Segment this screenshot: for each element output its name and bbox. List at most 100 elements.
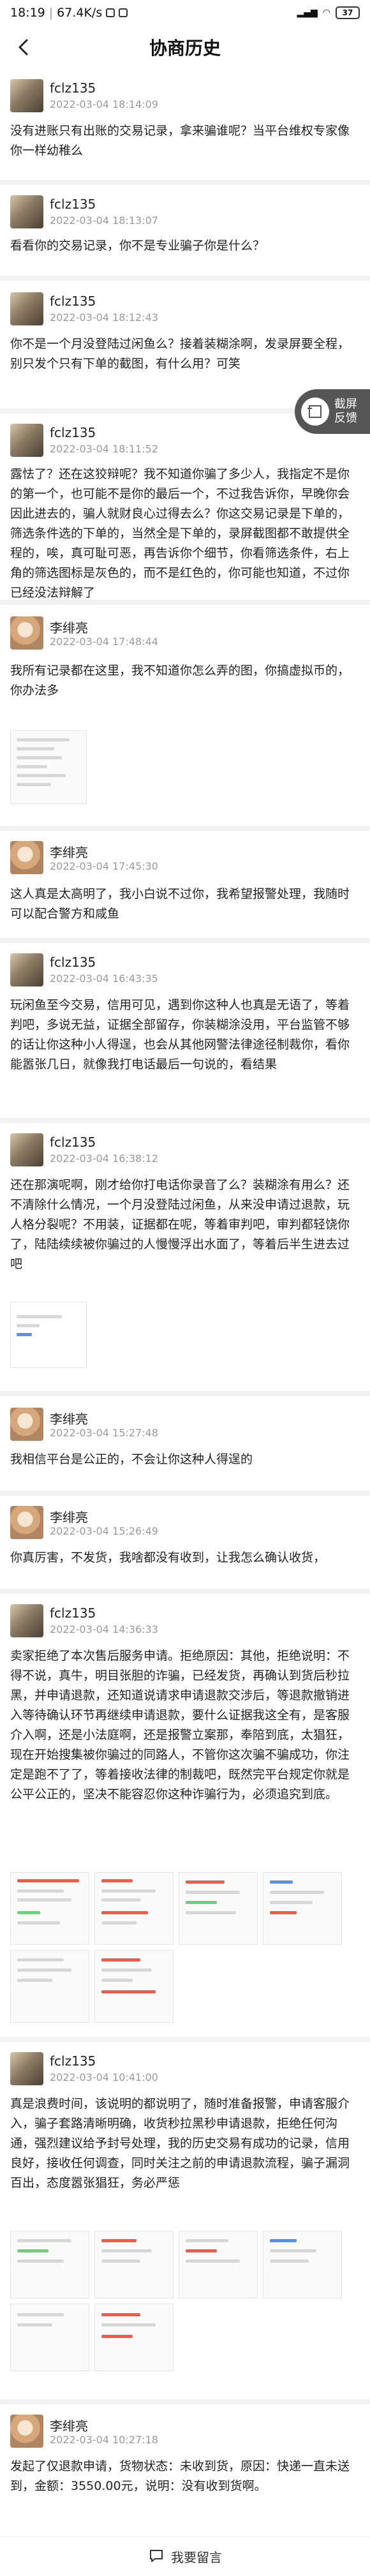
message-text: 露怯了？还在这狡辩呢？我不知道你骗了多少人，我指定不是你的第一个，也可能不是你的… (10, 467, 350, 600)
history-item: 李绯亮 2022-03-04 15:27:48 我相信平台是公正的，不会让你这种… (0, 1408, 370, 1484)
divider (0, 1589, 370, 1594)
message-text: 发起了仅退款申请，货物状态：未收到货，原因：快递一直未送到，金额：3550.00… (10, 2459, 350, 2493)
screenshot-icon (301, 398, 329, 426)
timestamp: 2022-03-04 17:48:44 (50, 636, 158, 648)
message-text: 卖家拒绝了本次售后服务申请。拒绝原因：其他，拒绝说明：不得不说，真牛，明目张胆的… (10, 1649, 350, 1801)
history-item: fclz135 2022-03-04 18:12:43 你不是一个月没登陆过闲鱼… (0, 292, 370, 382)
status-time: 18:19 (10, 6, 45, 20)
divider (0, 938, 370, 943)
avatar (10, 424, 43, 457)
timestamp: 2022-03-04 18:13:07 (50, 214, 158, 227)
message-text: 你不是一个月没登陆过闲鱼么？接着装糊涂啊，发录屏要全程，别只发个只有下单的截图，… (10, 337, 350, 371)
notification-icon (106, 8, 115, 17)
avatar (10, 841, 43, 874)
username: 李绯亮 (50, 1411, 88, 1427)
message-text: 你真厉害，不发货，我啥都没有收到，让我怎么确认收货， (10, 1551, 326, 1565)
avatar (10, 1506, 43, 1539)
avatar (10, 1604, 43, 1637)
attachment-image[interactable] (10, 1872, 89, 1945)
timestamp: 2022-03-04 17:45:30 (50, 860, 158, 872)
avatar (10, 1133, 43, 1166)
timestamp: 2022-03-04 15:27:48 (50, 1427, 158, 1439)
history-item: fclz135 2022-03-04 16:38:12 还在那演呢啊，刚才给你打… (0, 1133, 370, 1376)
leave-message-button[interactable]: 我要留言 (0, 2536, 370, 2576)
network-speed: 67.4K/s (57, 6, 103, 20)
app-icon (119, 8, 128, 17)
divider (0, 180, 370, 185)
attachment-image[interactable] (263, 1872, 342, 1945)
username: 李绯亮 (50, 2418, 88, 2434)
back-button[interactable] (14, 37, 34, 57)
history-item: fclz135 2022-03-04 16:43:35 玩闲鱼至今交易，信用可见… (0, 953, 370, 1100)
attachment-image[interactable] (10, 1302, 87, 1368)
avatar (10, 2052, 43, 2085)
screenshot-feedback-button[interactable]: 截屏 反馈 (295, 389, 370, 434)
attachment-image[interactable] (10, 730, 87, 804)
avatar (10, 616, 43, 650)
attachment-image[interactable] (179, 1872, 258, 1945)
timestamp: 2022-03-04 14:36:33 (50, 1623, 158, 1635)
signal-icon: ▂▄▆ (297, 8, 318, 18)
timestamp: 2022-03-04 10:41:00 (50, 2071, 158, 2083)
history-item: fclz135 2022-03-04 10:41:00 真是浪费时间，该说明的都… (0, 2052, 370, 2397)
message-text: 看看你的交易记录，你不是专业骗子你是什么？ (10, 239, 265, 253)
nav-header: 协商历史 (0, 26, 370, 69)
history-item: fclz135 2022-03-04 18:11:52 露怯了？还在这狡辩呢？我… (0, 424, 370, 600)
attachment-image[interactable] (263, 2231, 342, 2298)
history-item: 李绯亮 2022-03-04 10:27:18 发起了仅退款申请，货物状态：未收… (0, 2415, 370, 2529)
message-text: 还在那演呢啊，刚才给你打电话你录音了么？装糊涂有用么？还不清除什么情况，一个月没… (10, 1178, 350, 1271)
avatar (10, 195, 43, 228)
timestamp: 2022-03-04 18:11:52 (50, 443, 158, 455)
message-text: 我相信平台是公正的，不会让你这种人得逞的 (10, 1452, 253, 1466)
history-item: 李绯亮 2022-03-04 15:26:49 你真厉害，不发货，我啥都没有收到… (0, 1506, 370, 1582)
divider (0, 276, 370, 281)
username: 李绯亮 (50, 845, 88, 860)
username: fclz135 (50, 80, 96, 96)
message-text: 真是浪费时间，该说明的都说明了，随时准备报警，申请客服介入，骗子套路清晰明确，收… (10, 2097, 350, 2190)
battery-icon: 37 (336, 6, 360, 19)
attachment-image[interactable] (94, 2304, 174, 2371)
avatar (10, 2415, 43, 2448)
username: fclz135 (50, 2053, 96, 2069)
timestamp: 2022-03-04 10:27:18 (50, 2434, 158, 2446)
wifi-icon: ◠ (322, 8, 330, 18)
divider (0, 600, 370, 605)
avatar (10, 79, 43, 112)
history-item: fclz135 2022-03-04 18:13:07 看看你的交易记录，你不是… (0, 195, 370, 265)
username: 李绯亮 (50, 1510, 88, 1525)
divider (0, 2399, 370, 2404)
message-text: 没有进账只有出账的交易记录，拿来骗谁呢？当平台维权专家像你一样幼稚么 (10, 124, 350, 158)
message-text: 我所有记录都在这里，我不知道你怎么弄的图，你搞虚拟币的，你办法多 (10, 664, 350, 697)
comment-icon (148, 2547, 165, 2566)
timestamp: 2022-03-04 15:26:49 (50, 1525, 158, 1537)
avatar (10, 292, 43, 325)
divider (0, 1391, 370, 1396)
message-text: 这人真是太高明了，我小白说不过你，我希望报警处理，我随时可以配合警方和咸鱼 (10, 887, 350, 921)
status-bar: 18:19 | 67.4K/s ▂▄▆ ◠ 37 (0, 0, 370, 26)
avatar (10, 953, 43, 986)
chevron-left-icon (18, 39, 28, 56)
attachment-image[interactable] (10, 1950, 89, 2023)
username: fclz135 (50, 294, 96, 309)
history-item: 李绯亮 2022-03-04 17:45:30 这人真是太高明了，我小白说不过你… (0, 841, 370, 930)
divider (0, 1491, 370, 1496)
username: fclz135 (50, 197, 96, 212)
username: 李绯亮 (50, 620, 88, 636)
leave-message-label: 我要留言 (171, 2550, 222, 2565)
page-title: 协商历史 (149, 38, 221, 59)
timestamp: 2022-03-04 18:12:43 (50, 311, 158, 324)
timestamp: 2022-03-04 16:38:12 (50, 1152, 158, 1165)
page: 18:19 | 67.4K/s ▂▄▆ ◠ 37 协商历史 fclz135 20… (0, 0, 370, 2576)
attachment-image[interactable] (10, 2304, 89, 2371)
username: fclz135 (50, 1135, 96, 1150)
attachment-image[interactable] (10, 2231, 89, 2298)
attachment-image[interactable] (94, 1872, 174, 1945)
attachment-image[interactable] (94, 1950, 174, 2023)
divider (0, 2037, 370, 2042)
timestamp: 2022-03-04 16:43:35 (50, 972, 158, 985)
attachment-image[interactable] (179, 2231, 258, 2298)
attachment-image[interactable] (94, 2231, 174, 2298)
history-item: fclz135 2022-03-04 14:36:33 卖家拒绝了本次售后服务申… (0, 1604, 370, 2051)
message-text: 玩闲鱼至今交易，信用可见，遇到你这种人也真是无语了，等着判吧，多说无益，证据全部… (10, 998, 350, 1071)
avatar (10, 1408, 43, 1441)
